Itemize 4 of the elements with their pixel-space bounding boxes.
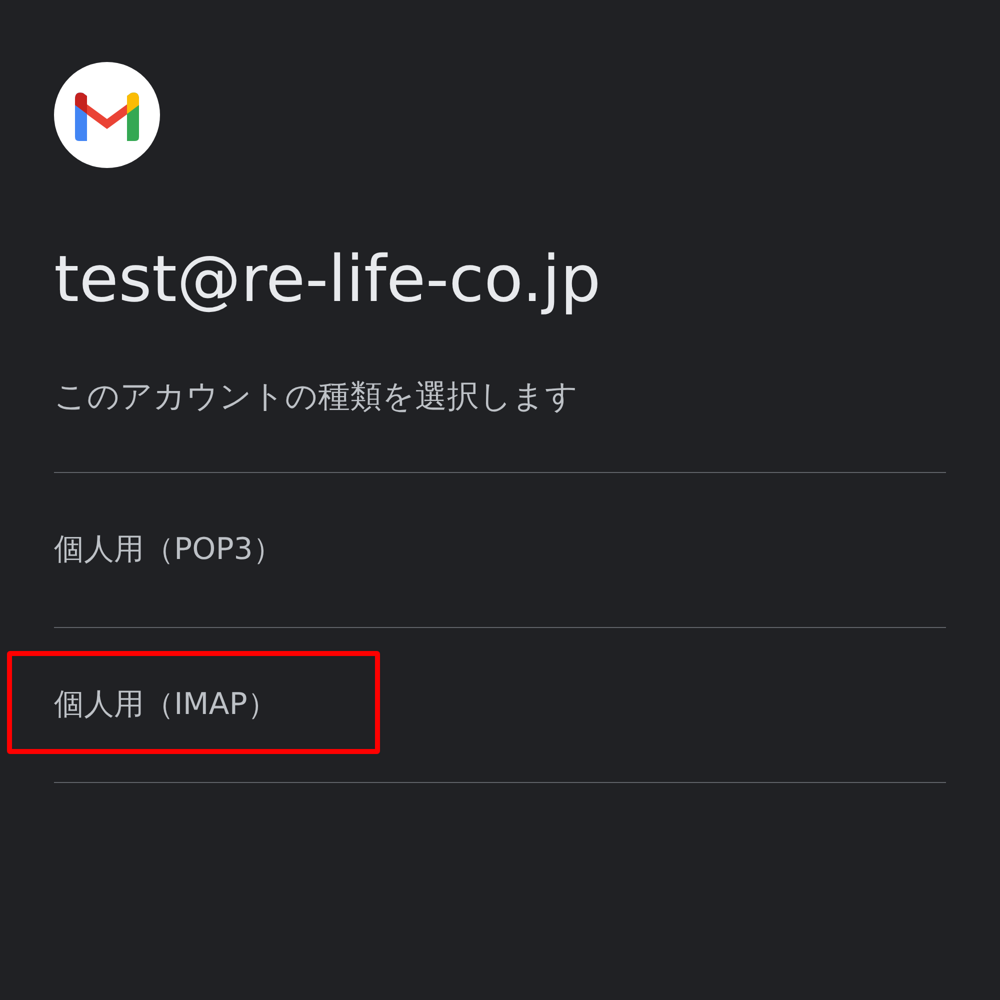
account-type-option[interactable]: 個人用（IMAP） xyxy=(54,685,278,725)
account-type-prompt: このアカウントの種類を選択します xyxy=(54,376,579,417)
account-type-option[interactable]: 個人用（POP3） xyxy=(54,530,283,570)
account-email: test@re-life-co.jp xyxy=(54,242,602,319)
